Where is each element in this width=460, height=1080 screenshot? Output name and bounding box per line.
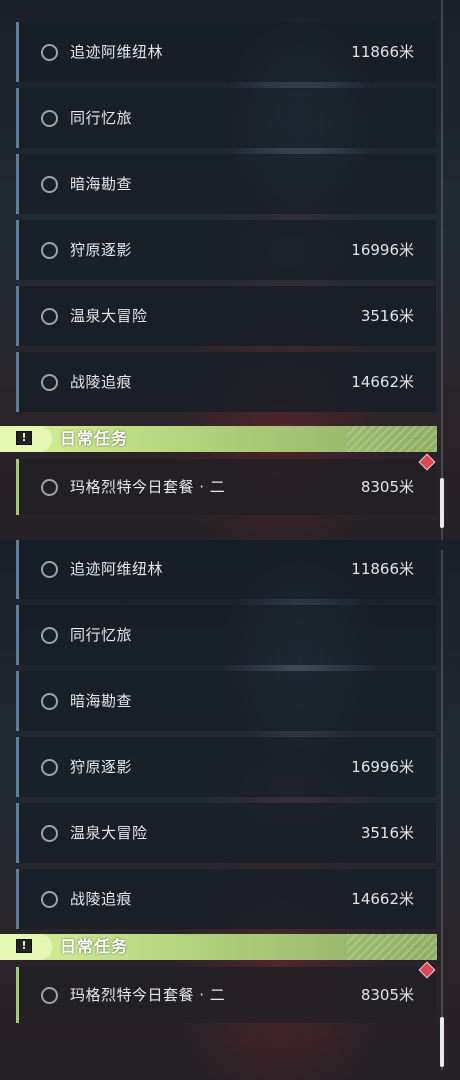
mission-row[interactable]: 暗海勘查 <box>16 154 436 214</box>
mission-row[interactable]: 同行忆旅 <box>16 605 436 665</box>
mission-distance: 3516米 <box>360 307 414 325</box>
circle-icon <box>41 824 58 842</box>
circle-icon <box>41 109 58 127</box>
mission-name: 暗海勘查 <box>70 175 133 193</box>
mission-row[interactable]: 战陵追痕 14662米 <box>16 869 436 929</box>
exclamation-icon: ! <box>16 431 32 445</box>
mission-name: 温泉大冒险 <box>70 307 148 325</box>
mission-row[interactable]: 狩原逐影 16996米 <box>16 220 436 280</box>
scrollbar-track[interactable] <box>441 550 443 1070</box>
scrollbar-track[interactable] <box>441 0 443 540</box>
circle-icon <box>41 241 58 259</box>
mission-name: 同行忆旅 <box>70 626 133 644</box>
mission-row[interactable]: 温泉大冒险 3516米 <box>16 286 436 346</box>
mission-distance: 16996米 <box>351 241 414 259</box>
circle-icon <box>41 692 58 710</box>
mission-row[interactable]: 追迹阿维纽林 11866米 <box>16 22 436 82</box>
circle-icon <box>41 758 58 776</box>
mission-distance: 16996米 <box>351 758 414 776</box>
mission-distance: 3516米 <box>360 824 414 842</box>
daily-title: 日常任务 <box>60 429 129 448</box>
daily-icon-capsule: ! <box>0 426 52 452</box>
header-decoration: · · · · · · · <box>408 436 429 442</box>
mission-distance: 8305米 <box>360 986 414 1004</box>
mission-distance: 14662米 <box>351 890 414 908</box>
circle-icon <box>41 43 58 61</box>
mission-name: 狩原逐影 <box>70 758 133 776</box>
daily-mission-row[interactable]: 玛格烈特今日套餐 · 二 8305米 <box>16 967 436 1023</box>
circle-icon <box>41 373 58 391</box>
mission-row[interactable]: 同行忆旅 <box>16 88 436 148</box>
circle-icon <box>41 175 58 193</box>
scrollbar-thumb[interactable] <box>440 1017 444 1067</box>
circle-icon <box>41 890 58 908</box>
circle-icon <box>41 478 58 496</box>
mission-name: 暗海勘查 <box>70 692 133 710</box>
mission-name: 玛格烈特今日套餐 · 二 <box>70 478 226 496</box>
daily-mission-row[interactable]: 玛格烈特今日套餐 · 二 8305米 <box>16 459 436 515</box>
header-decoration: · · · · · · · <box>408 944 429 950</box>
daily-title: 日常任务 <box>60 937 129 956</box>
mission-name: 温泉大冒险 <box>70 824 148 842</box>
mission-name: 战陵追痕 <box>70 373 133 391</box>
mission-name: 玛格烈特今日套餐 · 二 <box>70 986 226 1004</box>
mission-distance: 11866米 <box>351 560 414 578</box>
daily-mission-section: · · · · · · · ! 日常任务 玛格烈特今日套餐 · 二 8305米 <box>0 934 460 1024</box>
circle-icon <box>41 626 58 644</box>
circle-icon <box>41 560 58 578</box>
mission-row[interactable]: 暗海勘查 <box>16 671 436 731</box>
mission-distance: 8305米 <box>360 478 414 496</box>
mission-row[interactable]: 追迹阿维纽林 11866米 <box>16 540 436 599</box>
mission-name: 战陵追痕 <box>70 890 133 908</box>
mission-name: 追迹阿维纽林 <box>70 43 164 61</box>
circle-icon <box>41 307 58 325</box>
circle-icon <box>41 986 58 1004</box>
mission-distance: 11866米 <box>351 43 414 61</box>
daily-mission-section: · · · · · · · ! 日常任务 玛格烈特今日套餐 · 二 8305米 <box>0 426 460 516</box>
mission-name: 追迹阿维纽林 <box>70 560 164 578</box>
mission-name: 狩原逐影 <box>70 241 133 259</box>
scrollbar-thumb[interactable] <box>440 478 444 528</box>
daily-icon-capsule: ! <box>0 934 52 960</box>
mission-row[interactable]: 狩原逐影 16996米 <box>16 737 436 797</box>
mission-distance: 14662米 <box>351 373 414 391</box>
mission-name: 同行忆旅 <box>70 109 133 127</box>
mission-row[interactable]: 温泉大冒险 3516米 <box>16 803 436 863</box>
mission-list-panel: 追迹阿维纽林 11866米 同行忆旅 暗海勘查 狩原逐影 16996米 温泉大冒… <box>0 540 460 1080</box>
exclamation-icon: ! <box>16 939 32 953</box>
mission-list-panel: 追迹阿维纽林 11866米 同行忆旅 暗海勘查 狩原逐影 16996米 温泉大冒… <box>0 0 460 540</box>
mission-row[interactable]: 战陵追痕 14662米 <box>16 352 436 412</box>
